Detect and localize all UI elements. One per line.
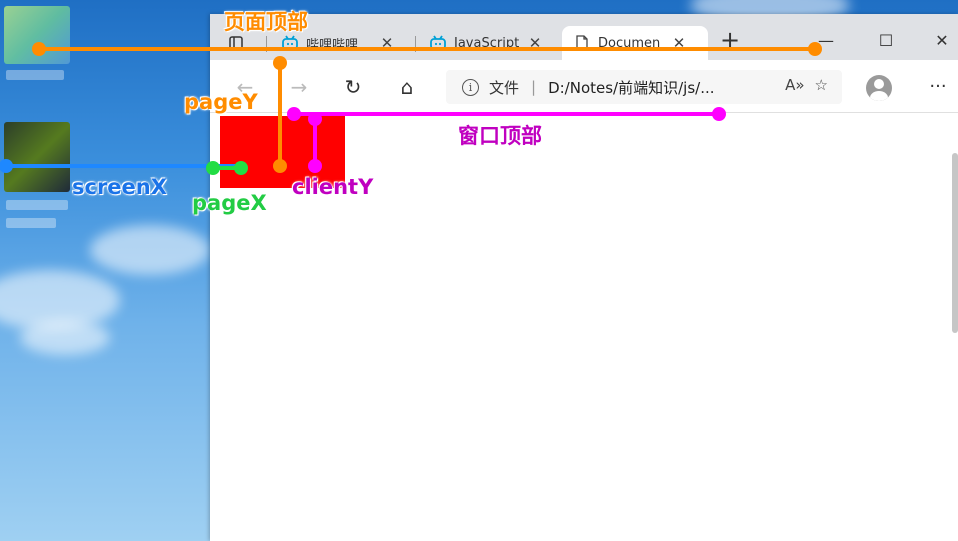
refresh-button[interactable]: ↻ [338, 72, 368, 102]
close-window-button[interactable]: ✕ [922, 26, 958, 54]
tab-separator [415, 36, 416, 52]
tab-document[interactable]: Documen ✕ [562, 26, 708, 60]
tab-bar: 哔哩哔哩 ✕ JavaScript ✕ Documen ✕ + — ☐ ✕ [210, 14, 958, 60]
close-icon[interactable]: ✕ [670, 34, 688, 52]
address-url[interactable]: D:/Notes/前端知识/js/... [548, 77, 714, 98]
info-icon[interactable]: i [462, 78, 479, 96]
tab-title: Documen [598, 35, 661, 51]
home-button[interactable]: ⌂ [392, 72, 422, 102]
address-separator: | [531, 78, 537, 96]
address-scheme: 文件 [489, 78, 520, 97]
toolbar: ← → ↻ ⌂ i 文件 | D:/Notes/前端知识/js/... A» ☆… [210, 60, 958, 113]
address-actions: A» ☆ [785, 76, 828, 94]
cloud [90, 225, 210, 275]
close-icon[interactable]: ✕ [526, 34, 544, 52]
forward-button[interactable]: → [284, 72, 314, 102]
bilibili-icon [430, 35, 446, 50]
favorites-icon[interactable]: ☆ [815, 76, 828, 94]
browser-window: 哔哩哔哩 ✕ JavaScript ✕ Documen ✕ + — ☐ ✕ ← … [210, 14, 958, 541]
label-clientY: clientY [292, 175, 374, 199]
new-tab-button[interactable]: + [710, 26, 750, 54]
tab-actions-icon [229, 36, 243, 50]
cloud [20, 320, 110, 355]
label-window-top: 窗口顶部 [458, 124, 542, 148]
profile-avatar[interactable] [866, 75, 892, 101]
tab-title: JavaScript [454, 35, 520, 51]
minimize-button[interactable]: — [806, 26, 846, 54]
more-menu-button[interactable]: ··· [924, 72, 952, 100]
bilibili-icon [282, 35, 298, 50]
tab-javascript[interactable]: JavaScript ✕ [418, 26, 558, 60]
tab-separator [266, 36, 267, 52]
document-icon [576, 35, 588, 51]
label-pageX: pageX [192, 191, 267, 215]
desktop-icon-label [6, 218, 56, 228]
address-bar[interactable]: i 文件 | D:/Notes/前端知识/js/... A» ☆ [446, 70, 842, 104]
label-page-top: 页面顶部 [224, 10, 308, 34]
label-pageY: pageY [184, 90, 258, 114]
close-icon[interactable]: ✕ [378, 34, 396, 52]
tab-title: 哔哩哔哩 [306, 37, 359, 53]
read-aloud-icon[interactable]: A» [785, 76, 804, 94]
desktop-icon[interactable] [4, 122, 70, 192]
desktop-icon-label [6, 70, 64, 80]
maximize-button[interactable]: ☐ [866, 26, 906, 54]
scrollbar[interactable] [952, 153, 958, 333]
desktop-icon[interactable] [4, 6, 70, 64]
label-screenX: screenX [72, 175, 167, 199]
desktop-icon-label [6, 200, 68, 210]
